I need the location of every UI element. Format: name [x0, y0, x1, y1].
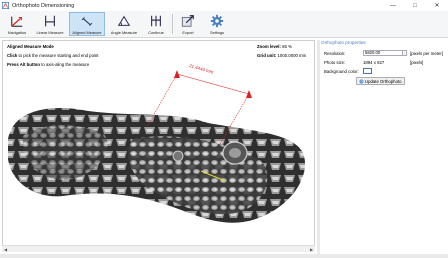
properties-panel: Orthophoto properties Resolution: 5820.0… [320, 40, 448, 254]
window-title: Orthophoto Dimensioning [12, 2, 75, 9]
maximize-button[interactable]: □ [404, 0, 426, 11]
aligned-measure-icon [81, 17, 93, 26]
photo-size-value: 1894 x 827 [363, 60, 385, 65]
app-logo-icon [2, 2, 9, 9]
continue-tool-button[interactable]: Continue [143, 12, 169, 36]
background-color-label: Background color: [324, 69, 359, 74]
linear-measure-icon [45, 15, 55, 27]
angle-measure-tool-button[interactable]: Angle Measure [107, 12, 141, 36]
background-color-picker[interactable] [363, 68, 372, 74]
toolbar-separator [172, 14, 173, 34]
resolution-label: Resolution: [324, 51, 346, 56]
photo-size-label: Photo size: [324, 60, 346, 65]
settings-icon [210, 14, 224, 28]
tool-label: Navigation [7, 30, 27, 35]
scroll-left-icon[interactable]: ◀ [2, 246, 9, 252]
shoe-sole-image [8, 70, 306, 223]
status-bar [0, 254, 448, 258]
photo-size-unit: [pixels] [410, 60, 424, 65]
update-orthophoto-button[interactable]: Update Orthophoto [356, 77, 405, 85]
resolution-unit: [pixels per meter] [410, 51, 443, 56]
horizontal-scrollbar[interactable]: ◀ ▶ [2, 245, 315, 252]
export-icon [181, 15, 194, 27]
refresh-icon [359, 79, 364, 83]
tool-label: Continue [148, 30, 164, 35]
angle-measure-icon [117, 15, 131, 26]
navigation-icon [11, 16, 23, 27]
continue-icon [151, 15, 161, 27]
linear-measure-tool-button[interactable]: Linear Measure [33, 12, 67, 36]
title-bar: Orthophoto Dimensioning — □ ✕ [0, 0, 448, 11]
export-tool-button[interactable]: Export [176, 12, 200, 36]
panel-title: Orthophoto properties [321, 40, 366, 45]
close-button[interactable]: ✕ [426, 0, 448, 11]
resolution-field[interactable]: 5820.00 [363, 50, 403, 56]
scroll-right-icon[interactable]: ▶ [308, 246, 315, 252]
aligned-measure-tool-button[interactable]: Aligned Measure [69, 12, 105, 36]
minimize-button[interactable]: — [382, 0, 404, 11]
tool-label: Export [182, 30, 194, 35]
toolbar: Navigation Linear Measure Aligned Measur… [0, 11, 448, 38]
navigation-tool-button[interactable]: Navigation [3, 12, 31, 36]
resolution-stepper[interactable] [403, 50, 407, 56]
tool-label: Aligned Measure [72, 30, 102, 35]
tool-label: Settings [209, 30, 225, 35]
tool-label: Angle Measure [110, 30, 138, 35]
settings-tool-button[interactable]: Settings [204, 12, 230, 36]
orthophoto-viewport[interactable]: Aligned Measure Mode Click to pick the m… [2, 40, 315, 251]
tool-label: Linear Measure [36, 30, 64, 35]
